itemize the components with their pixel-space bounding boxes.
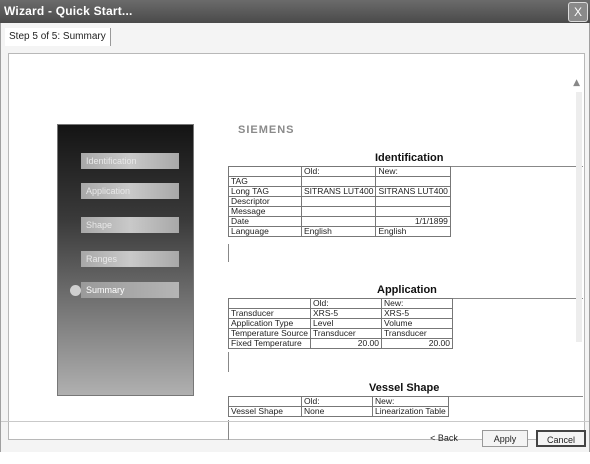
table-cell: [228, 166, 302, 177]
active-step-indicator-icon: [70, 285, 81, 296]
vertical-scrollbar[interactable]: [576, 92, 582, 342]
table-cell: Level: [310, 318, 383, 329]
table-cell: 1/1/1899: [375, 216, 451, 227]
table-cell: Old:: [310, 298, 383, 309]
table-cell: New:: [372, 396, 449, 407]
close-button[interactable]: X: [568, 2, 588, 22]
table-cell: [375, 196, 451, 207]
table-row: Long TAG SITRANS LUT400 SITRANS LUT400: [228, 186, 451, 197]
table-cell: Transducer: [310, 328, 383, 339]
table-row: Vessel Shape None Linearization Table: [228, 406, 449, 417]
table-cell: [228, 396, 302, 407]
wizard-window: Step 5 of 5: Summary Identification Appl…: [0, 23, 590, 452]
siemens-logo: SIEMENS: [238, 124, 295, 136]
table-cell: Volume: [381, 318, 454, 329]
scroll-up-arrow-icon[interactable]: ▲: [573, 78, 580, 88]
section-side-line: [228, 244, 229, 262]
table-cell: Old:: [300, 166, 377, 177]
table-cell: Old:: [301, 396, 373, 407]
window-title: Wizard - Quick Start...: [4, 4, 133, 18]
summary-panel: SIEMENS Identification Old: New: TAG Lon…: [224, 104, 584, 464]
table-row: Transducer XRS-5 XRS-5: [227, 308, 454, 319]
table-cell: 20.00: [381, 338, 454, 349]
table-cell: [300, 216, 377, 227]
table-cell: [375, 206, 451, 217]
section-title-identification: Identification: [375, 152, 444, 164]
table-cell: Transducer: [381, 328, 454, 339]
table-cell: XRS-5: [381, 308, 454, 319]
table-cell: [300, 206, 377, 217]
table-row: Date 1/1/1899: [228, 216, 451, 227]
table-header-row: Old: New:: [228, 166, 451, 177]
table-cell: English: [300, 226, 377, 237]
vessel-shape-table: Old: New: Vessel Shape None Linearizatio…: [228, 396, 449, 417]
table-cell: [300, 176, 377, 187]
wizard-nav-panel: Identification Application Shape Ranges …: [57, 124, 194, 396]
table-cell: Temperature Source: [227, 328, 312, 339]
nav-item-application[interactable]: Application: [81, 183, 179, 199]
table-cell: New:: [381, 298, 454, 309]
section-title-vessel-shape: Vessel Shape: [369, 382, 440, 394]
table-cell: Vessel Shape: [228, 406, 302, 417]
table-cell: Fixed Temperature: [227, 338, 312, 349]
nav-item-shape[interactable]: Shape: [81, 217, 179, 233]
table-cell: Date: [228, 216, 302, 227]
table-row: Language English English: [228, 226, 451, 237]
table-row: Descriptor: [228, 196, 451, 207]
table-cell: Application Type: [227, 318, 312, 329]
table-cell: [300, 196, 377, 207]
nav-item-summary[interactable]: Summary: [81, 282, 179, 298]
step-tab[interactable]: Step 5 of 5: Summary: [5, 28, 111, 46]
table-header-row: Old: New:: [228, 396, 449, 407]
apply-button[interactable]: Apply: [482, 430, 528, 447]
table-cell: Long TAG: [228, 186, 302, 197]
content-frame: Identification Application Shape Ranges …: [8, 53, 585, 447]
table-row: Message: [228, 206, 451, 217]
table-cell: 20.00: [310, 338, 383, 349]
table-row: Application Type Level Volume: [227, 318, 454, 329]
section-side-line: [228, 352, 229, 372]
identification-table: Old: New: TAG Long TAG SITRANS LUT400 SI…: [228, 166, 451, 237]
table-cell: Linearization Table: [372, 406, 449, 417]
table-cell: Transducer: [227, 308, 312, 319]
table-row: Fixed Temperature 20.00 20.00: [227, 338, 454, 349]
section-side-line: [228, 420, 229, 440]
table-cell: XRS-5: [310, 308, 383, 319]
footer-divider: [1, 421, 589, 422]
table-cell: SITRANS LUT400: [300, 186, 377, 197]
table-cell: None: [301, 406, 373, 417]
table-cell: Language: [228, 226, 302, 237]
nav-item-identification[interactable]: Identification: [81, 153, 179, 169]
table-cell: Message: [228, 206, 302, 217]
table-cell: New:: [375, 166, 451, 177]
nav-item-ranges[interactable]: Ranges: [81, 251, 179, 267]
table-cell: TAG: [228, 176, 302, 187]
application-table: Old: New: Transducer XRS-5 XRS-5 Applica…: [227, 298, 454, 349]
table-row: Temperature Source Transducer Transducer: [227, 328, 454, 339]
table-cell: [375, 176, 451, 187]
back-button[interactable]: < Back: [421, 430, 467, 447]
title-bar: Wizard - Quick Start... X: [0, 0, 590, 23]
table-row: TAG: [228, 176, 451, 187]
table-cell: [227, 298, 312, 309]
table-header-row: Old: New:: [227, 298, 454, 309]
cancel-button[interactable]: Cancel: [536, 430, 586, 447]
section-title-application: Application: [377, 284, 437, 296]
table-cell: Descriptor: [228, 196, 302, 207]
table-cell: English: [375, 226, 451, 237]
table-cell: SITRANS LUT400: [375, 186, 451, 197]
